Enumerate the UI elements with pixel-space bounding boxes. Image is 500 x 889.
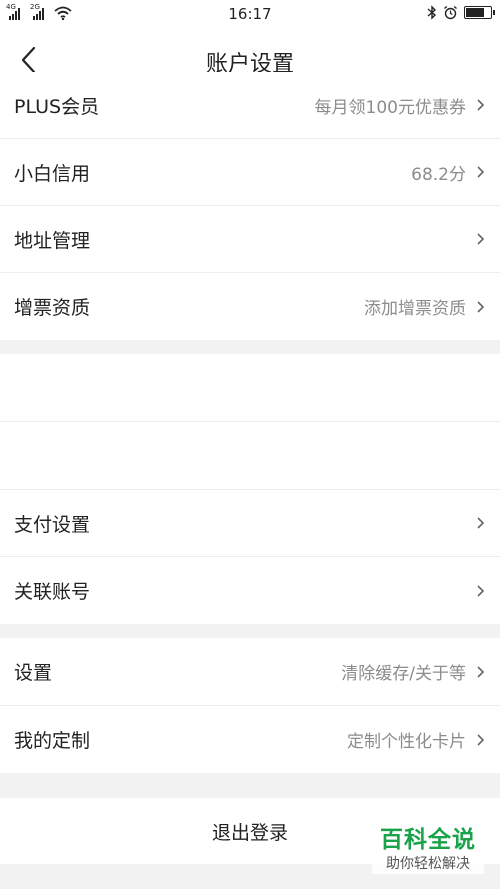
list-item-payment-settings[interactable]: 支付设置 (0, 490, 500, 556)
list-item-linked-accounts[interactable]: 关联账号 (0, 557, 500, 624)
list-item-value: 68.2分 (411, 164, 466, 185)
alarm-icon (444, 5, 457, 20)
chevron-right-icon (477, 733, 485, 746)
list-item-plus-member[interactable]: PLUS会员 每月领100元优惠券 (0, 72, 500, 138)
status-time: 16:17 (228, 5, 272, 23)
chevron-right-icon (477, 99, 485, 111)
list-item-value: 清除缓存/关于等 (341, 664, 466, 684)
list-item-label: 小白信用 (14, 162, 91, 185)
empty-row (0, 354, 500, 421)
chevron-right-icon (477, 584, 485, 597)
status-icons (427, 5, 495, 20)
list-item-customization[interactable]: 我的定制 定制个性化卡片 (0, 706, 500, 773)
list-item-credit[interactable]: 小白信用 68.2分 (0, 139, 500, 205)
list-item-settings[interactable]: 设置 清除缓存/关于等 (0, 638, 500, 705)
list-item-address[interactable]: 地址管理 (0, 206, 500, 272)
watermark-subtitle: 助你轻松解决 (372, 854, 484, 874)
chevron-right-icon (477, 166, 485, 178)
watermark-title: 百科全说 (380, 827, 476, 853)
status-bar: 4G 2G 16:17 (0, 0, 500, 28)
list-item-value: 添加增票资质 (364, 299, 466, 319)
bluetooth-icon (427, 5, 437, 20)
list-item-value: 每月领100元优惠券 (314, 97, 466, 118)
chevron-right-icon (477, 233, 485, 245)
chevron-right-icon (477, 300, 485, 313)
list-item-vat-invoice[interactable]: 增票资质 添加增票资质 (0, 273, 500, 340)
list-item-label: 地址管理 (14, 229, 91, 252)
empty-row (0, 422, 500, 489)
chevron-right-icon (477, 665, 485, 678)
list-item-label: PLUS会员 (14, 95, 100, 118)
battery-icon (464, 6, 495, 19)
list-item-label: 关联账号 (14, 581, 91, 603)
battery-fill (466, 8, 484, 17)
watermark-logo: 百科全说 助你轻松解决 (372, 826, 484, 874)
list-item-value: 定制个性化卡片 (347, 732, 466, 752)
list-item-label: 支付设置 (14, 513, 91, 536)
list-item-label: 我的定制 (14, 730, 91, 752)
list-item-label: 设置 (14, 662, 53, 684)
list-item-label: 增票资质 (14, 297, 91, 319)
chevron-right-icon (477, 517, 485, 529)
